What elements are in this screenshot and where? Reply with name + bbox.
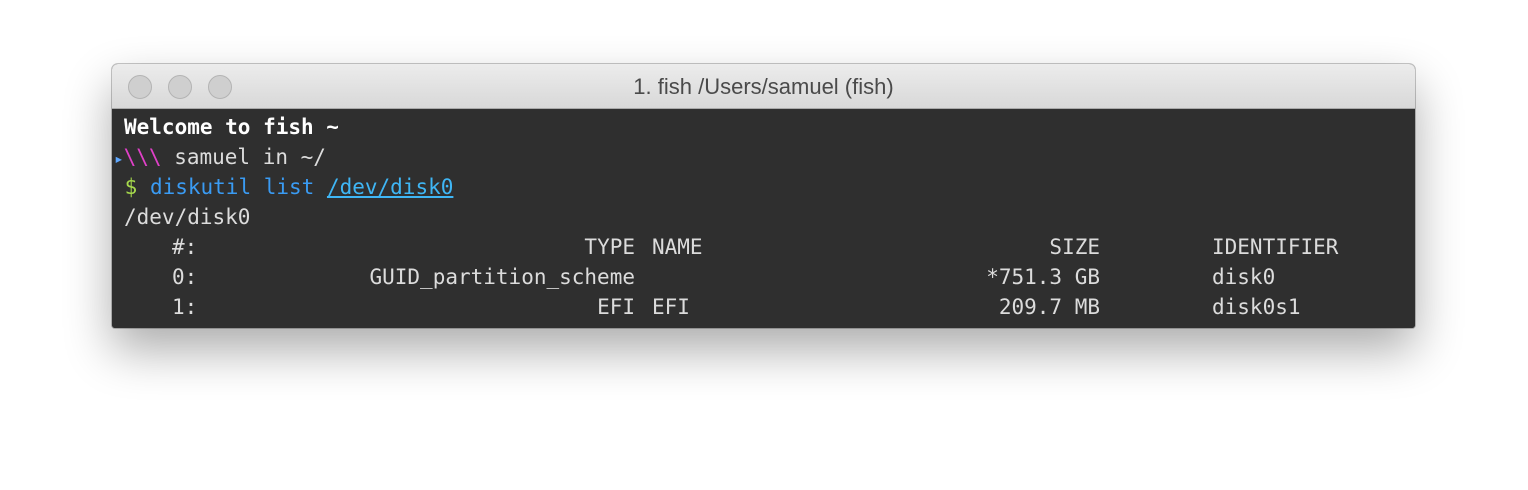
prompt-dollar: $ (112, 175, 150, 199)
header-identifier: IDENTIFIER (1212, 235, 1339, 259)
row-identifier: disk0s1 (1212, 295, 1301, 319)
header-type: TYPE (584, 235, 635, 259)
header-num: #: (172, 235, 198, 259)
welcome-line: Welcome to fish ~ (124, 115, 339, 139)
command-line: $ diskutil list /dev/disk0 (112, 172, 454, 202)
row-num: 1: (172, 295, 198, 319)
prompt-user-dir: samuel in ~/ (161, 145, 326, 169)
row-name: EFI (652, 295, 690, 319)
row-size: 209.7 MB (998, 295, 1100, 319)
header-name: NAME (652, 235, 703, 259)
row-type: EFI (597, 295, 635, 319)
prompt-line: ▸\\\ samuel in ~/ (114, 142, 326, 174)
table-header: #: TYPE NAME SIZE IDENTIFIER (112, 232, 1415, 262)
device-line: /dev/disk0 (124, 205, 251, 229)
command-text: diskutil list (149, 175, 327, 199)
table-row: 1: EFI EFI 209.7 MB disk0s1 (112, 292, 1415, 322)
prompt-backslashes: \\\ (123, 145, 162, 169)
prompt-arrow-icon: ▸ (114, 149, 124, 168)
window-title: 1. fish /Users/samuel (fish) (633, 74, 894, 99)
row-num: 0: (172, 265, 198, 289)
table-row: 0: GUID_partition_scheme *751.3 GB disk0 (112, 262, 1415, 292)
title-bar[interactable]: 1. fish /Users/samuel (fish) (112, 64, 1415, 109)
row-identifier: disk0 (1212, 265, 1276, 289)
header-size: SIZE (1049, 235, 1100, 259)
row-size: *751.3 GB (986, 265, 1100, 289)
command-path-link[interactable]: /dev/disk0 (327, 175, 453, 199)
row-type: GUID_partition_scheme (369, 265, 635, 289)
terminal-window: 1. fish /Users/samuel (fish) Welcome to … (112, 64, 1415, 328)
terminal-output[interactable]: Welcome to fish ~ ▸\\\ samuel in ~/ $ di… (112, 109, 1415, 328)
